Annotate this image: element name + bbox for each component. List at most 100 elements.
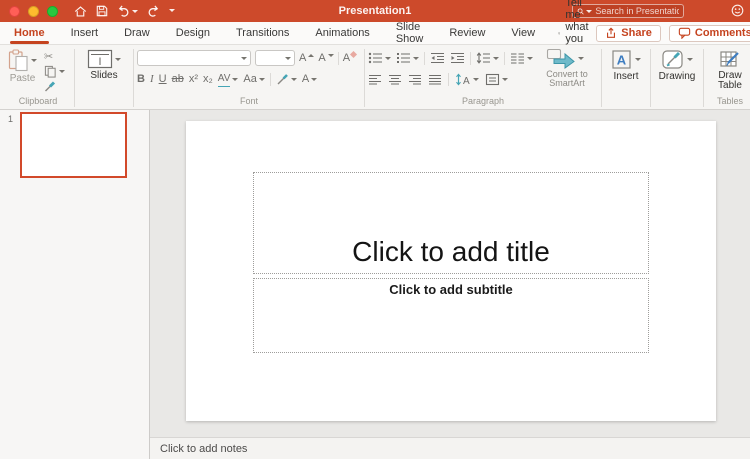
align-center-icon xyxy=(389,74,401,85)
tab-draw[interactable]: Draw xyxy=(120,22,154,45)
cut-button[interactable]: ✂ xyxy=(44,50,65,63)
insert-text-box-button[interactable]: A Insert xyxy=(608,48,644,83)
subtitle-placeholder[interactable]: Click to add subtitle xyxy=(253,278,649,353)
tab-insert[interactable]: Insert xyxy=(67,22,103,45)
cut-icon: ✂ xyxy=(44,50,54,63)
draw-table-button[interactable]: Draw Table xyxy=(710,48,750,92)
convert-smartart-label: Convert to SmartArt xyxy=(546,68,588,88)
convert-to-smartart-button[interactable] xyxy=(546,48,584,69)
font-name-combo[interactable] xyxy=(137,50,251,66)
ribbon-home: Paste ✂ Clipboard Slides A A A B I U ab … xyxy=(0,45,750,110)
drawing-button[interactable]: Drawing xyxy=(656,48,699,83)
subtitle-placeholder-text: Click to add subtitle xyxy=(389,282,513,297)
tab-home[interactable]: Home xyxy=(10,22,49,45)
grow-font-button[interactable]: A xyxy=(299,51,315,65)
search-input[interactable] xyxy=(595,6,679,16)
line-spacing-button[interactable] xyxy=(476,52,499,64)
notes-pane[interactable]: Click to add notes xyxy=(150,437,750,459)
drawing-icon xyxy=(662,50,683,69)
insert-dropdown-icon[interactable] xyxy=(635,58,641,61)
decrease-indent-button[interactable] xyxy=(430,52,445,64)
close-window-button[interactable] xyxy=(9,5,20,17)
justify-button[interactable] xyxy=(428,74,442,85)
align-center-button[interactable] xyxy=(388,74,402,85)
tab-animations[interactable]: Animations xyxy=(311,22,373,45)
window-controls xyxy=(9,5,58,17)
numbering-icon xyxy=(397,53,410,63)
tab-view[interactable]: View xyxy=(507,22,539,45)
paste-icon xyxy=(8,49,28,72)
lightbulb-icon xyxy=(558,31,561,35)
paste-button[interactable]: Paste xyxy=(5,48,40,85)
drawing-dropdown-icon[interactable] xyxy=(687,58,693,61)
home-icon[interactable] xyxy=(74,5,87,18)
tab-design[interactable]: Design xyxy=(172,22,214,45)
text-direction-button[interactable]: A xyxy=(455,73,479,86)
font-group-label: Font xyxy=(239,96,258,106)
italic-button[interactable]: I xyxy=(150,72,154,86)
align-left-button[interactable] xyxy=(368,74,382,85)
font-color-button[interactable]: A xyxy=(302,72,318,86)
customize-toolbar-icon[interactable] xyxy=(169,2,175,20)
strikethrough-button[interactable]: ab xyxy=(172,72,184,86)
zoom-window-button[interactable] xyxy=(47,5,58,17)
columns-button[interactable] xyxy=(510,52,533,64)
slide-thumbnail-panel[interactable]: 1 xyxy=(0,110,150,459)
save-icon[interactable] xyxy=(96,5,108,17)
slide-thumbnail-selected[interactable] xyxy=(20,112,127,178)
text-box-icon: A xyxy=(612,50,631,69)
comments-button[interactable]: Comments xyxy=(668,24,750,42)
copy-dropdown-icon[interactable] xyxy=(59,69,65,73)
group-drawing: Drawing xyxy=(654,48,700,109)
line-spacing-icon xyxy=(476,52,490,64)
tab-slide-show[interactable]: Slide Show xyxy=(392,21,428,45)
slide-canvas[interactable]: Click to add title Click to add subtitle xyxy=(186,121,716,421)
align-right-button[interactable] xyxy=(408,74,422,85)
drawing-label: Drawing xyxy=(658,71,696,82)
increase-indent-icon xyxy=(451,52,464,64)
minimize-window-button[interactable] xyxy=(28,5,39,17)
draw-table-icon xyxy=(720,51,739,67)
font-size-combo[interactable] xyxy=(255,50,295,66)
insert-label: Insert xyxy=(613,71,639,82)
group-insert: A Insert xyxy=(605,48,647,109)
bullets-button[interactable] xyxy=(368,52,391,64)
justify-icon xyxy=(429,74,441,85)
new-slide-button[interactable]: Slides xyxy=(84,48,124,82)
underline-button[interactable]: U xyxy=(159,72,167,86)
paste-label: Paste xyxy=(9,73,36,84)
group-divider xyxy=(133,49,134,107)
redo-button[interactable] xyxy=(147,5,160,17)
bullets-icon xyxy=(368,52,382,64)
subscript-button[interactable]: x₂ xyxy=(203,72,213,86)
character-spacing-button[interactable]: AV xyxy=(217,72,239,87)
shrink-font-button[interactable]: A xyxy=(318,51,334,65)
undo-dropdown-icon[interactable] xyxy=(132,9,138,13)
bold-button[interactable]: B xyxy=(137,72,145,86)
align-text-button[interactable] xyxy=(485,73,508,86)
increase-indent-button[interactable] xyxy=(450,52,465,64)
paste-dropdown-icon[interactable] xyxy=(31,59,37,62)
numbering-button[interactable] xyxy=(396,52,419,64)
group-divider xyxy=(601,49,602,107)
group-divider xyxy=(364,49,365,107)
superscript-button[interactable]: x² xyxy=(189,72,198,86)
undo-button[interactable] xyxy=(117,5,138,17)
change-case-button[interactable]: Aa xyxy=(243,72,265,86)
group-divider xyxy=(650,49,651,107)
copy-button[interactable] xyxy=(44,65,65,78)
main-area: 1 Click to add title Click to add subtit… xyxy=(0,110,750,459)
tab-transitions[interactable]: Transitions xyxy=(232,22,293,45)
title-placeholder[interactable]: Click to add title xyxy=(253,172,649,274)
new-slide-dropdown-icon[interactable] xyxy=(115,57,121,61)
columns-icon xyxy=(511,53,524,64)
notes-placeholder-text: Click to add notes xyxy=(160,442,248,455)
format-painter-button[interactable] xyxy=(44,80,65,92)
clear-formatting-button[interactable]: A xyxy=(343,50,358,65)
text-highlight-button[interactable] xyxy=(276,73,297,86)
feedback-smiley-icon[interactable] xyxy=(731,4,744,17)
group-slides: Slides xyxy=(78,48,130,109)
slide-layout-icon xyxy=(87,49,113,69)
tab-review[interactable]: Review xyxy=(445,22,489,45)
share-button[interactable]: Share xyxy=(596,24,661,42)
